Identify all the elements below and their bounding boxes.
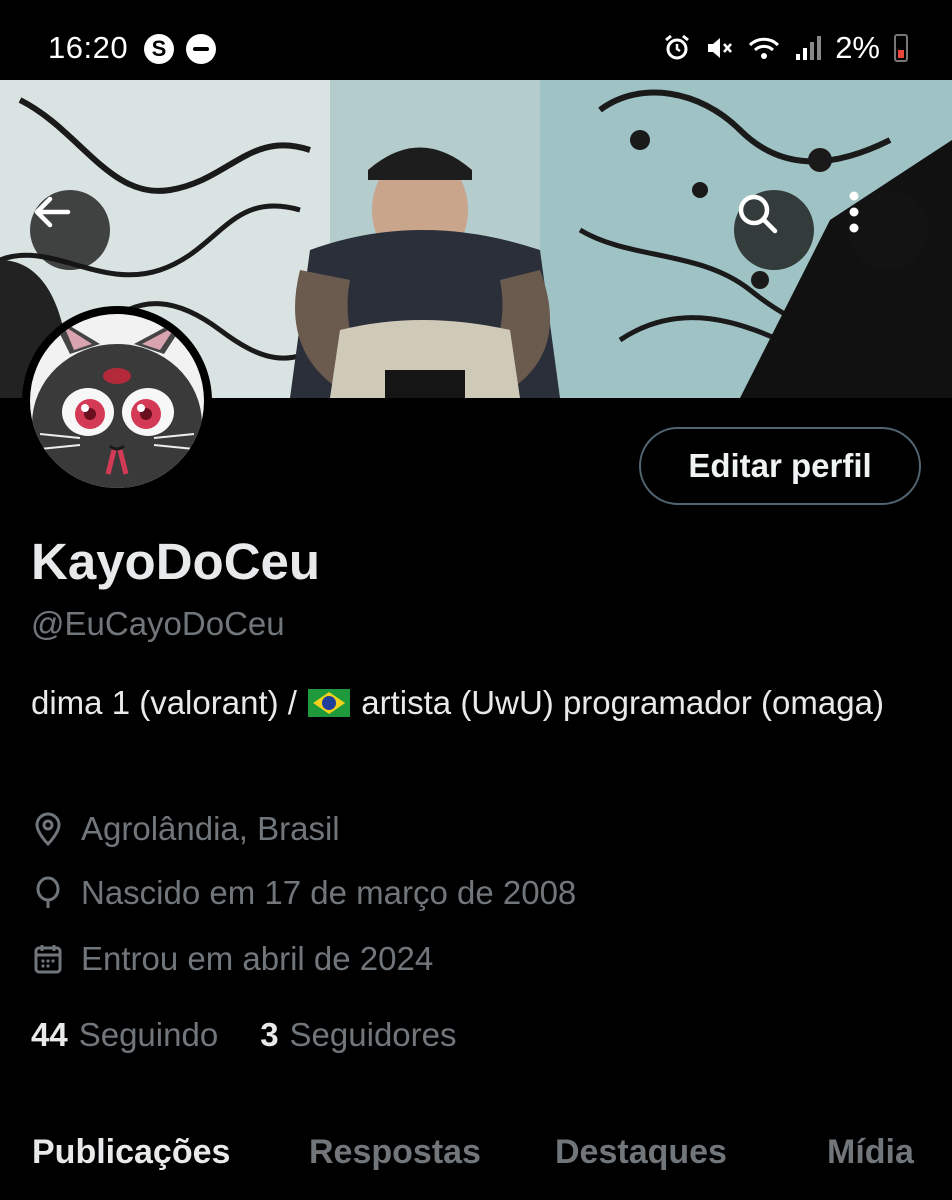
edit-profile-button[interactable]: Editar perfil xyxy=(639,427,921,505)
alarm-icon xyxy=(665,34,690,60)
following-label: Seguindo xyxy=(78,1016,219,1053)
birth-text: Nascido em 17 de março de 2008 xyxy=(81,874,577,911)
calendar-icon xyxy=(31,942,65,976)
status-bar: 16:20 S 2% xyxy=(0,0,952,80)
follow-stats: 44 Seguindo 3 Seguidores xyxy=(31,1016,457,1054)
wifi-icon xyxy=(749,37,780,59)
status-time: 16:20 xyxy=(48,30,129,65)
location-text: Agrolândia, Brasil xyxy=(81,810,340,847)
following-link[interactable]: 44 Seguindo xyxy=(31,1016,218,1054)
app-notification-icon: S xyxy=(144,34,174,64)
balloon-icon xyxy=(31,876,65,910)
more-options-button[interactable] xyxy=(848,190,928,270)
joined-text: Entrou em abril de 2024 xyxy=(81,940,434,977)
search-button[interactable] xyxy=(734,190,814,270)
mute-icon xyxy=(708,38,733,58)
followers-count: 3 xyxy=(260,1016,279,1053)
avatar[interactable] xyxy=(22,306,212,496)
profile-tabs: Publicações Respostas Destaques Mídia xyxy=(0,1120,952,1200)
arrow-left-icon xyxy=(34,196,71,228)
display-name: KayoDoCeu xyxy=(31,533,321,590)
tab-midia[interactable]: Mídia xyxy=(827,1133,914,1172)
bio-text-end: artista (UwU) programador (omaga) xyxy=(361,684,884,721)
avatar-cat-image xyxy=(30,314,204,488)
brazil-flag-icon xyxy=(308,689,351,717)
battery-icon xyxy=(894,34,908,62)
location-pin-icon xyxy=(31,812,65,846)
following-count: 44 xyxy=(31,1016,68,1053)
more-vertical-icon xyxy=(849,191,859,233)
tab-destaques[interactable]: Destaques xyxy=(555,1133,727,1172)
bio-text-start: dima 1 (valorant) / xyxy=(31,684,297,721)
signal-icon xyxy=(796,36,822,60)
followers-label: Seguidores xyxy=(289,1016,457,1053)
followers-link[interactable]: 3 Seguidores xyxy=(260,1016,456,1054)
search-icon xyxy=(738,194,778,234)
do-not-disturb-icon xyxy=(186,34,216,64)
tab-publicacoes[interactable]: Publicações xyxy=(32,1133,230,1172)
location-row: Agrolândia, Brasil xyxy=(31,810,340,848)
battery-percent: 2% xyxy=(835,30,880,65)
user-handle: @EuCayoDoCeu xyxy=(31,605,285,642)
bio: dima 1 (valorant) / artista (UwU) progra… xyxy=(31,678,911,728)
joined-row: Entrou em abril de 2024 xyxy=(31,940,433,978)
tab-respostas[interactable]: Respostas xyxy=(309,1133,481,1172)
status-right-icons: 2% xyxy=(663,30,908,66)
birth-row: Nascido em 17 de março de 2008 xyxy=(31,874,576,912)
back-button[interactable] xyxy=(30,190,110,270)
